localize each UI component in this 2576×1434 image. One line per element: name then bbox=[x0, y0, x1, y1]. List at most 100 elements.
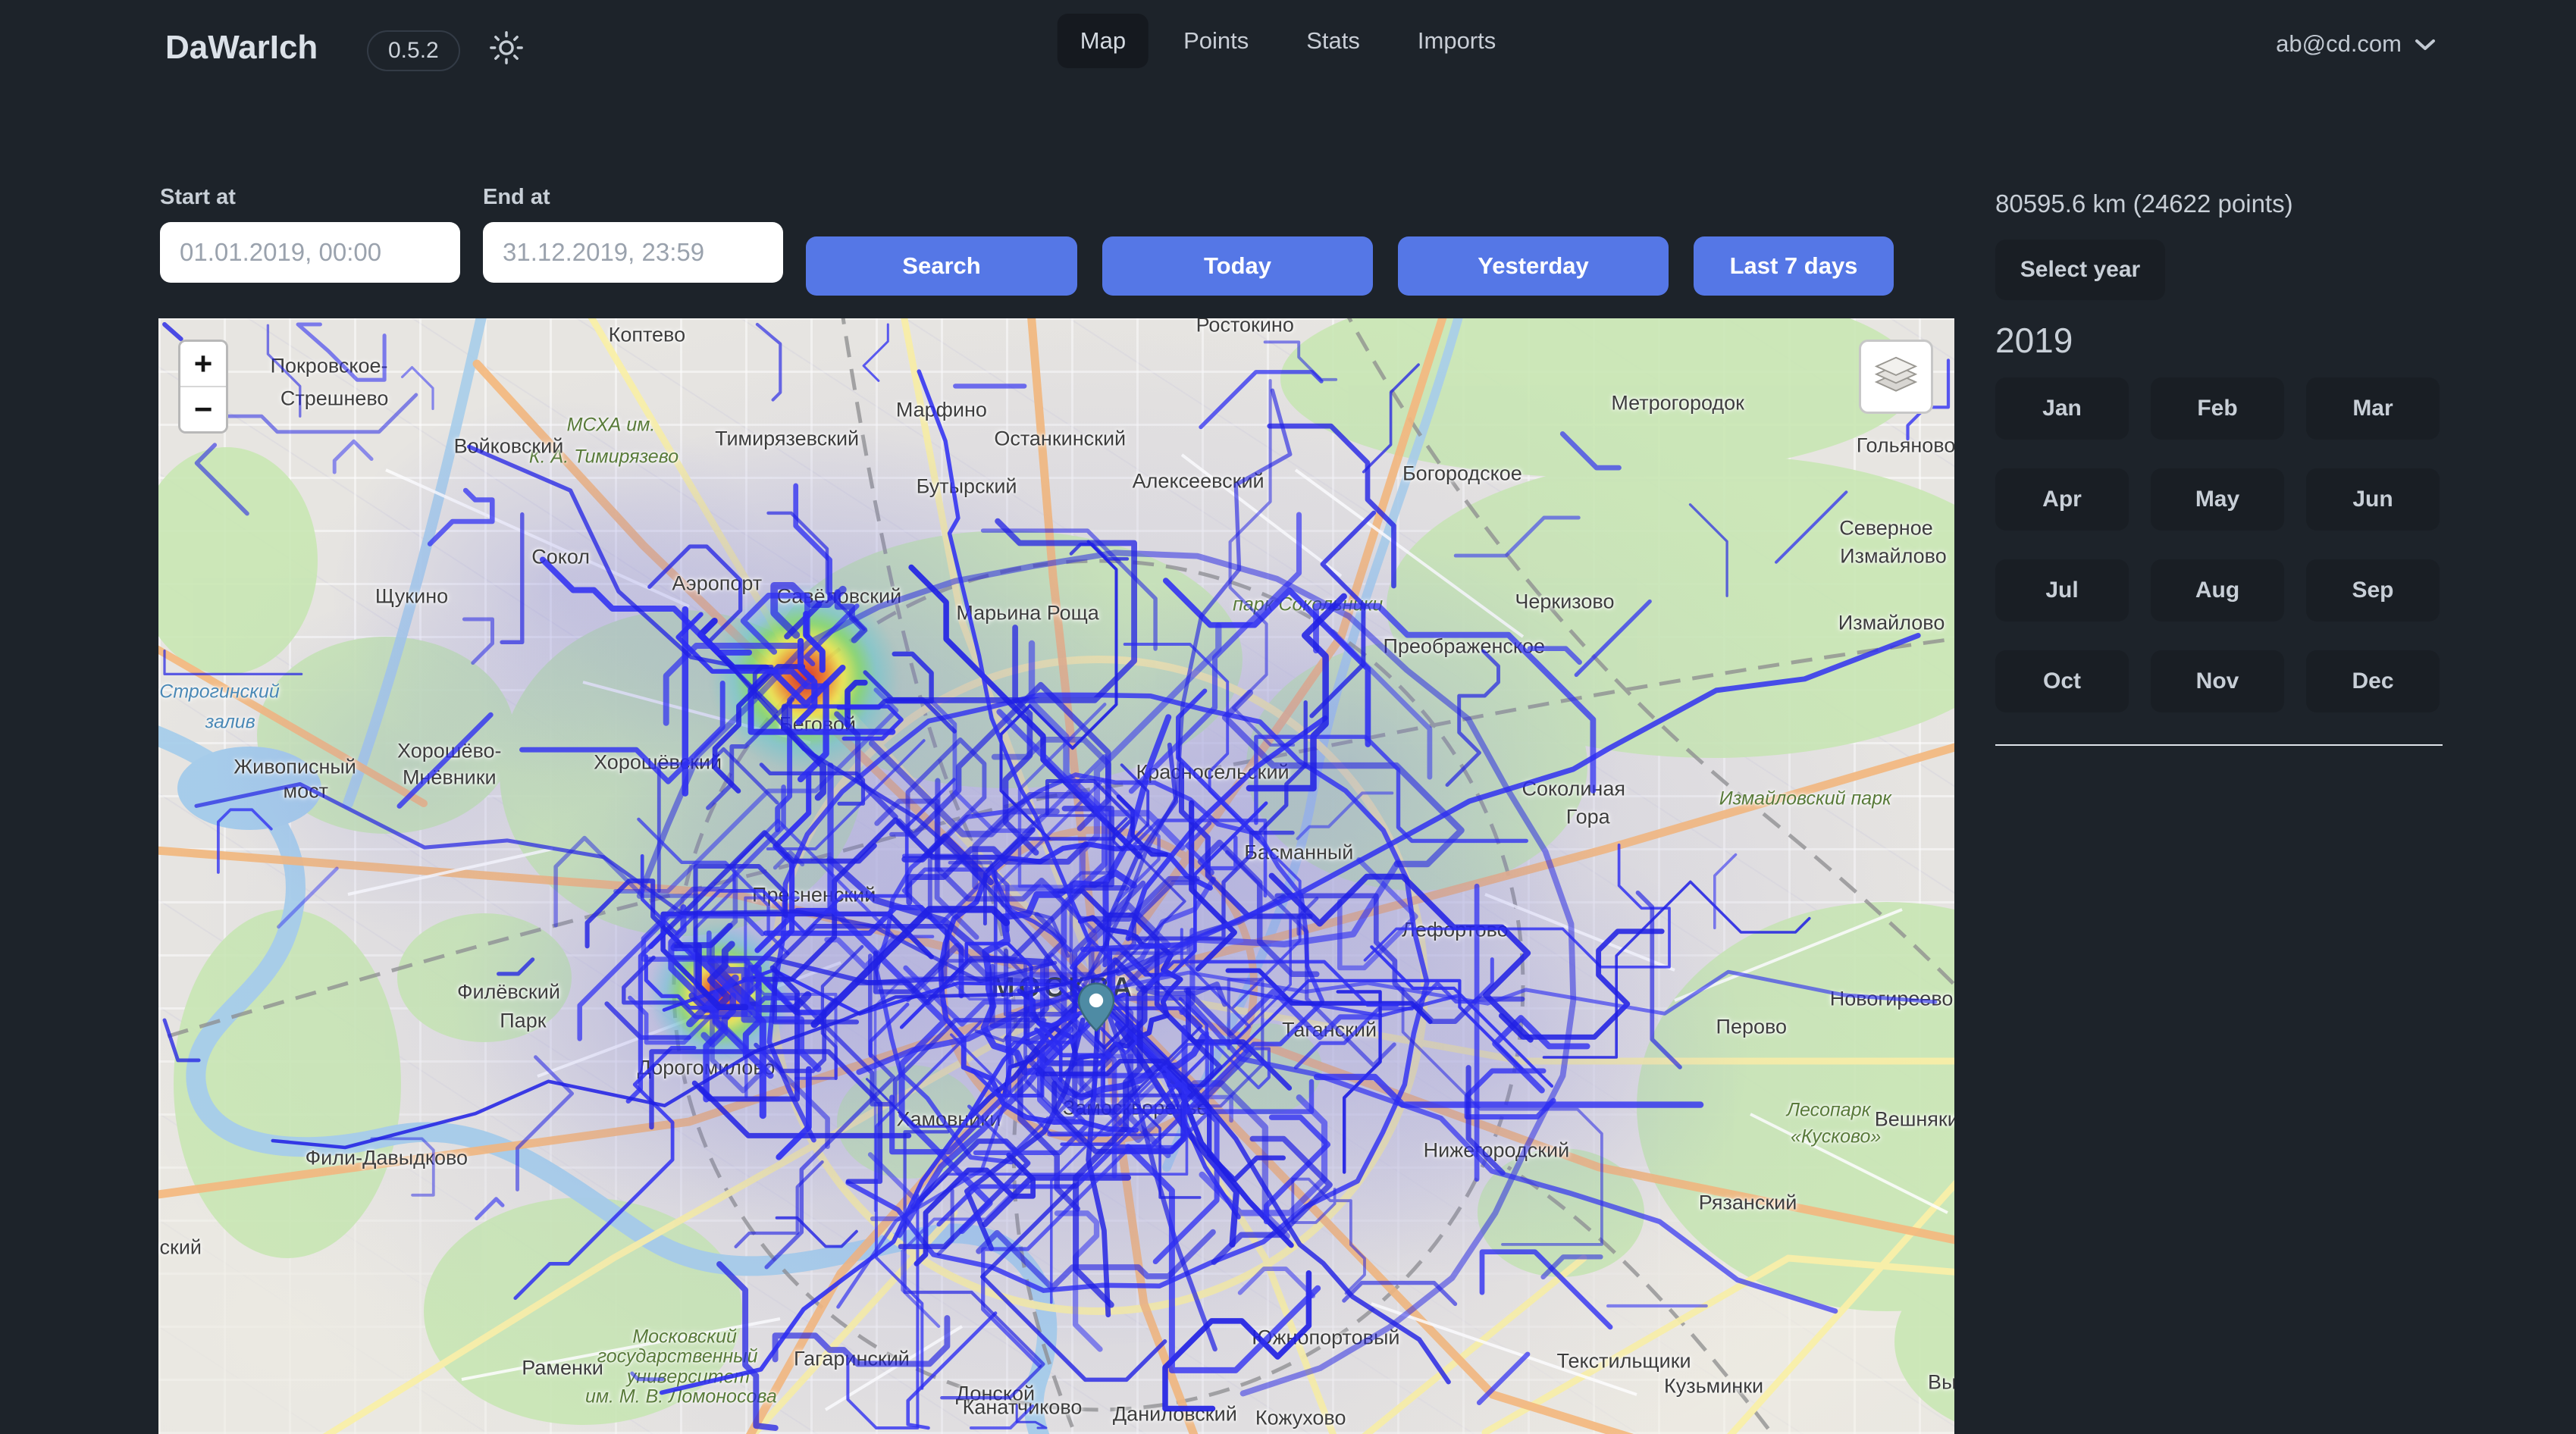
end-date-input[interactable] bbox=[483, 222, 783, 283]
navbar: DaWarIch 0.5.2 Map Points StatsImports ab@… bbox=[0, 0, 2576, 94]
year-heading: 2019 bbox=[1995, 320, 2443, 361]
quick-filter-buttons: Search Today Yesterday Last 7 days bbox=[806, 236, 1894, 296]
map-place-label: Коптево bbox=[609, 324, 686, 347]
quick-filter-button[interactable]: Search bbox=[806, 236, 1077, 296]
heatmap-hotspot bbox=[710, 583, 900, 772]
map-place-label: мост bbox=[284, 780, 328, 803]
nav-tab[interactable]: Stats bbox=[1283, 14, 1383, 68]
map-place-label: государственный bbox=[597, 1346, 758, 1368]
map-place-label: Рязанский bbox=[1699, 1191, 1797, 1215]
month-button[interactable]: May bbox=[2151, 468, 2284, 531]
map-place-label: Текстильщики bbox=[1557, 1350, 1691, 1373]
map-place-label: Перово bbox=[1716, 1015, 1788, 1038]
right-sidebar: 80595.6 km (24622 points) Select year 20… bbox=[1995, 189, 2443, 746]
map-place-label: МСХА им. bbox=[567, 415, 656, 437]
quick-filter-button[interactable]: Last 7 days bbox=[1694, 236, 1894, 296]
heatmap-hotspot bbox=[648, 922, 792, 1066]
map-place-label: Черкизово bbox=[1515, 590, 1614, 613]
map-place-label: Филёвский bbox=[457, 981, 560, 1004]
quick-filter-button[interactable]: Today bbox=[1102, 236, 1373, 296]
map-place-label: Преображенское bbox=[1383, 634, 1545, 658]
map-place-label: Дорогомилово bbox=[638, 1057, 776, 1080]
map-place-label: Кожухово bbox=[1255, 1407, 1346, 1430]
map-place-label: Хорошёво- bbox=[397, 740, 501, 763]
start-at-label: Start at bbox=[160, 185, 460, 210]
map-place-label: Лефортово bbox=[1402, 918, 1509, 941]
map-place-label: Вешняки bbox=[1875, 1107, 1954, 1131]
map-place-label: Метрогородок bbox=[1611, 391, 1744, 415]
nav-tab[interactable]: Map bbox=[1058, 14, 1149, 68]
chevron-down-icon bbox=[2414, 30, 2437, 58]
map-place-label: Аэропорт bbox=[672, 572, 762, 596]
map-place-label: Щукино bbox=[375, 584, 448, 608]
map-place-label: Раменки bbox=[522, 1357, 603, 1380]
map-place-label: Фили-Давыдково bbox=[306, 1147, 468, 1170]
map-place-label: Сокол bbox=[531, 546, 590, 569]
map-place-label: Даниловский bbox=[1113, 1402, 1237, 1426]
map-place-label: парк Сокольники bbox=[1233, 594, 1383, 616]
user-menu[interactable]: ab@cd.com bbox=[2276, 30, 2437, 58]
month-button[interactable]: Mar bbox=[2306, 377, 2440, 440]
map-place-label: Марьина Роща bbox=[956, 601, 1098, 625]
map-place-label: Савёловский bbox=[776, 584, 901, 608]
map-place-label: Парк bbox=[500, 1010, 546, 1033]
month-button[interactable]: Jun bbox=[2306, 468, 2440, 531]
map-place-label: Алексеевский bbox=[1133, 469, 1264, 493]
zoom-in-button[interactable]: + bbox=[180, 342, 226, 386]
map-layers-control[interactable] bbox=[1859, 340, 1933, 414]
map-place-label: залив bbox=[205, 711, 255, 733]
month-button[interactable]: Dec bbox=[2306, 650, 2440, 712]
theme-toggle-button[interactable] bbox=[485, 27, 528, 70]
map-place-label: «Кусково» bbox=[1791, 1126, 1881, 1148]
map-place-label: Богородское bbox=[1402, 462, 1522, 485]
start-date-input[interactable] bbox=[160, 222, 460, 283]
quick-filter-button[interactable]: Yesterday bbox=[1398, 236, 1669, 296]
month-button[interactable]: Feb bbox=[2151, 377, 2284, 440]
map-place-label: Измайлово bbox=[1840, 544, 1947, 568]
map-place-label: Замоскворечье bbox=[1063, 1097, 1208, 1120]
month-button[interactable]: Apr bbox=[1995, 468, 2129, 531]
map-place-label: Беговой bbox=[779, 712, 856, 736]
map-place-label: Бутырский bbox=[917, 475, 1017, 499]
nav-tab-label: Map bbox=[1080, 27, 1126, 54]
map-marker[interactable] bbox=[1077, 982, 1115, 1032]
month-button[interactable]: Sep bbox=[2306, 559, 2440, 622]
nav-tab[interactable]: Imports bbox=[1395, 14, 1518, 68]
map-place-label: Тимирязевский bbox=[715, 427, 859, 450]
main-nav-tabs: Map Points StatsImports bbox=[1058, 14, 1519, 68]
month-button[interactable]: Aug bbox=[2151, 559, 2284, 622]
map-place-label: Ростокино bbox=[1196, 318, 1294, 337]
month-button[interactable]: Jan bbox=[1995, 377, 2129, 440]
map-place-label: Войковский bbox=[454, 435, 564, 459]
map-place-label: Стрешнево bbox=[280, 387, 389, 410]
version-badge: 0.5.2 bbox=[367, 30, 460, 71]
nav-tab[interactable]: Points bbox=[1161, 14, 1271, 68]
app-logo: DaWarIch bbox=[165, 29, 318, 67]
map-place-label: Покровское- bbox=[271, 355, 388, 378]
nav-tab-label: Points bbox=[1183, 27, 1249, 54]
map-place-label: Нижегородский bbox=[1424, 1139, 1570, 1163]
map-place-label: Гора bbox=[1566, 805, 1610, 828]
map-place-label: Строгинский bbox=[159, 681, 280, 703]
month-button[interactable]: Oct bbox=[1995, 650, 2129, 712]
map-canvas[interactable]: Покровское- Стрешнево Коптево Ростокино Тими… bbox=[158, 318, 1954, 1434]
map-zoom-control: + − bbox=[178, 340, 228, 434]
map-place-label: Северное bbox=[1839, 516, 1933, 540]
end-date-group: End at bbox=[483, 185, 783, 283]
map-place-label: Таганский bbox=[1282, 1019, 1377, 1042]
distance-stats: 80595.6 km (24622 points) bbox=[1995, 189, 2443, 218]
end-at-label: End at bbox=[483, 185, 783, 210]
map-place-label: Марфино bbox=[896, 398, 987, 421]
map-place-label: Хорошёвский bbox=[594, 750, 722, 774]
select-year-button[interactable]: Select year bbox=[1995, 240, 2165, 300]
zoom-out-button[interactable]: − bbox=[180, 386, 226, 431]
map-static-features bbox=[158, 318, 1954, 1434]
map-place-label: Новогиреево bbox=[1830, 987, 1954, 1010]
map-place-label: им. М. В. Ломоносова bbox=[585, 1386, 777, 1408]
month-button[interactable]: Nov bbox=[2151, 650, 2284, 712]
map-place-label: Соколиная bbox=[1522, 778, 1625, 801]
start-date-group: Start at bbox=[160, 185, 460, 283]
month-button[interactable]: Jul bbox=[1995, 559, 2129, 622]
map-place-label: Басманный bbox=[1244, 841, 1353, 865]
map-place-label: Вых bbox=[1928, 1371, 1954, 1395]
